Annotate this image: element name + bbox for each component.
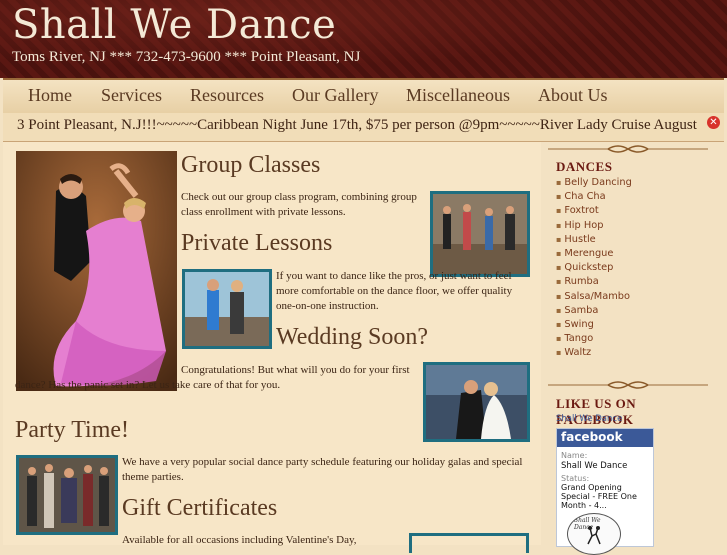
site-header: Shall We Dance Toms River, NJ *** 732-47… — [0, 0, 727, 78]
private-lessons-text: If you want to dance like the pros, or j… — [276, 270, 513, 312]
ornament-divider-icon — [548, 145, 708, 153]
dance-link-swing[interactable]: Swing — [556, 318, 632, 332]
dance-link-salsa-mambo[interactable]: Salsa/Mambo — [556, 290, 632, 304]
party-time-text: We have a very popular social dance part… — [122, 456, 523, 483]
gift-certificate-photo — [409, 533, 529, 553]
facebook-status-label: Status: — [561, 474, 590, 483]
main-nav: Home Services Resources Our Gallery Misc… — [3, 78, 724, 115]
dance-link-hip-hop[interactable]: Hip Hop — [556, 219, 632, 233]
private-lesson-photo — [182, 269, 272, 349]
dance-link-belly-dancing[interactable]: Belly Dancing — [556, 176, 631, 190]
gift-certificates-text: Available for all occasions including Va… — [122, 534, 357, 546]
dance-link-cha-cha[interactable]: Cha Cha — [556, 190, 632, 204]
private-lessons-title[interactable]: Private Lessons — [181, 230, 332, 257]
group-classes-text: Check out our group class program, combi… — [181, 191, 417, 218]
ornament-divider-icon — [548, 381, 708, 389]
facebook-logo-bar[interactable]: facebook — [557, 429, 653, 447]
party-photo — [16, 455, 118, 535]
news-ticker: 3 Point Pleasant, N.J!!!~~~~~Caribbean N… — [3, 113, 724, 142]
news-ticker-text: 3 Point Pleasant, N.J!!!~~~~~Caribbean N… — [17, 117, 697, 133]
wedding-photo — [423, 362, 530, 442]
close-icon[interactable]: ✕ — [707, 116, 720, 129]
nav-resources[interactable]: Resources — [190, 85, 264, 106]
nav-about-us[interactable]: About Us — [538, 85, 608, 106]
dance-link-quickstep[interactable]: Quickstep — [556, 261, 632, 275]
facebook-page-link[interactable]: Shall We Dance — [556, 414, 622, 424]
nav-home[interactable]: Home — [28, 85, 72, 106]
party-time-title[interactable]: Party Time! — [15, 417, 129, 444]
group-class-photo — [430, 191, 530, 277]
wedding-text: Congratulations! But what will you do fo… — [15, 364, 410, 391]
dances-heading: DANCES — [556, 159, 613, 174]
nav-our-gallery[interactable]: Our Gallery — [292, 85, 378, 106]
wedding-soon-title[interactable]: Wedding Soon? — [276, 324, 428, 351]
facebook-profile-badge[interactable]: Shall We Dance — [567, 513, 621, 555]
nav-services[interactable]: Services — [101, 85, 162, 106]
dance-list: Belly Dancing Cha Cha Foxtrot Hip Hop Hu… — [556, 176, 632, 360]
sidebar: DANCES Belly Dancing Cha Cha Foxtrot Hip… — [548, 145, 708, 555]
dance-link-samba[interactable]: Samba — [556, 304, 632, 318]
nav-miscellaneous[interactable]: Miscellaneous — [406, 85, 510, 106]
dance-link-foxtrot[interactable]: Foxtrot — [556, 204, 632, 218]
dance-link-tango[interactable]: Tango — [556, 332, 632, 346]
group-classes-title[interactable]: Group Classes — [181, 152, 320, 179]
dancers-silhouette-icon — [587, 526, 601, 545]
dance-link-rumba[interactable]: Rumba — [556, 275, 632, 289]
contact-line: Toms River, NJ *** 732-473-9600 *** Poin… — [12, 49, 361, 65]
facebook-name-value: Shall We Dance — [561, 461, 628, 471]
facebook-name-label: Name: — [561, 451, 588, 460]
facebook-logo-icon: facebook — [561, 430, 623, 444]
dance-link-hustle[interactable]: Hustle — [556, 233, 632, 247]
ballroom-dancers-image — [16, 151, 177, 391]
main-content: Group Classes Check out our group class … — [3, 142, 541, 553]
gift-certificates-title[interactable]: Gift Certificates — [122, 495, 277, 522]
facebook-status-value: Grand Opening Special - FREE One Month -… — [561, 483, 637, 509]
dance-link-merengue[interactable]: Merengue — [556, 247, 632, 261]
dance-link-waltz[interactable]: Waltz — [556, 346, 632, 360]
site-title[interactable]: Shall We Dance — [12, 2, 336, 48]
facebook-widget: facebook Name: Shall We Dance Status: Gr… — [556, 428, 654, 555]
